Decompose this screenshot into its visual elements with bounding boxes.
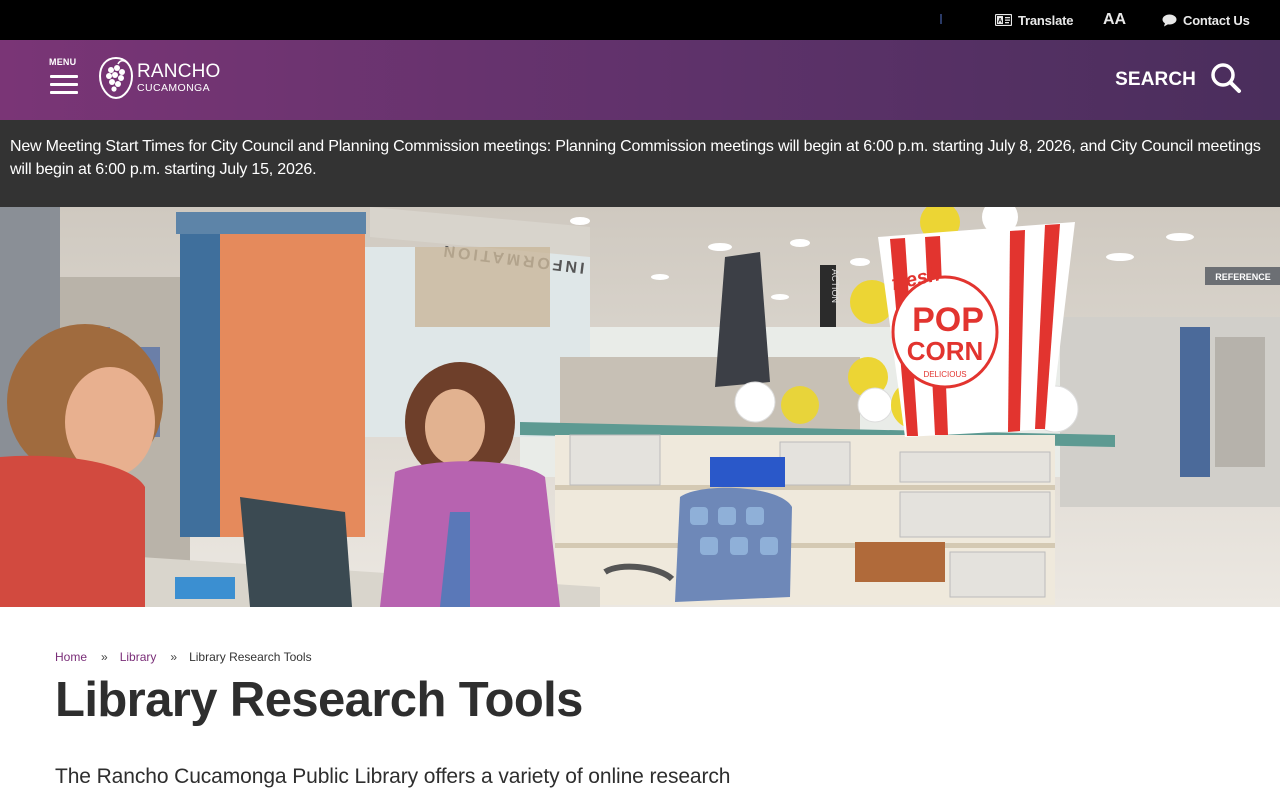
alert-banner: New Meeting Start Times for City Council… (0, 120, 1280, 207)
hero-image: INFORMATION REFERENCE ACTION (0, 207, 1280, 607)
translate-button[interactable]: A Translate (995, 0, 1073, 40)
utility-bar: A Translate AA Contact Us (0, 0, 1280, 40)
site-logo[interactable]: RANCHO CUCAMONGA (98, 55, 221, 101)
intro-text: The Rancho Cucamonga Public Library offe… (55, 765, 731, 788)
site-header: MENU RANCHO CUCAMONGA SEARCH (0, 40, 1280, 120)
breadcrumb-current: Library Research Tools (189, 650, 312, 664)
menu-label: MENU (49, 57, 77, 67)
search-button[interactable]: SEARCH (1115, 62, 1242, 98)
page-title: Library Research Tools (55, 673, 583, 727)
logo-title: RANCHO (137, 61, 221, 83)
text-size-icon: AA (1103, 11, 1127, 28)
reference-sign-text: REFERENCE (1215, 272, 1271, 282)
breadcrumb-library-link[interactable]: Library (120, 650, 157, 664)
contact-us-link[interactable]: Contact Us (1162, 0, 1250, 40)
alert-text: New Meeting Start Times for City Council… (10, 138, 1261, 178)
breadcrumb-home-link[interactable]: Home (55, 650, 87, 664)
popcorn-pop-text: POP (912, 301, 984, 339)
logo-icon (98, 56, 134, 100)
search-icon (1210, 62, 1242, 99)
svg-text:A: A (998, 18, 1003, 25)
breadcrumb: Home » Library » Library Research Tools (55, 650, 312, 664)
breadcrumb-separator: » (170, 650, 178, 664)
menu-button[interactable]: MENU (49, 57, 79, 101)
action-sign-text: ACTION (830, 269, 840, 303)
translate-label: Translate (1018, 12, 1074, 28)
text-size-button[interactable]: AA (1103, 0, 1126, 40)
translate-icon: A (995, 14, 1012, 26)
popcorn-delicious-text: DELICIOUS (923, 370, 966, 379)
popcorn-corn-text: CORN (907, 336, 984, 366)
search-label: SEARCH (1115, 69, 1196, 90)
utility-divider (940, 14, 942, 24)
breadcrumb-separator: » (101, 650, 108, 664)
chat-bubble-icon (1162, 14, 1177, 27)
contact-label: Contact Us (1183, 12, 1250, 28)
logo-subtitle: CUCAMONGA (137, 82, 211, 95)
